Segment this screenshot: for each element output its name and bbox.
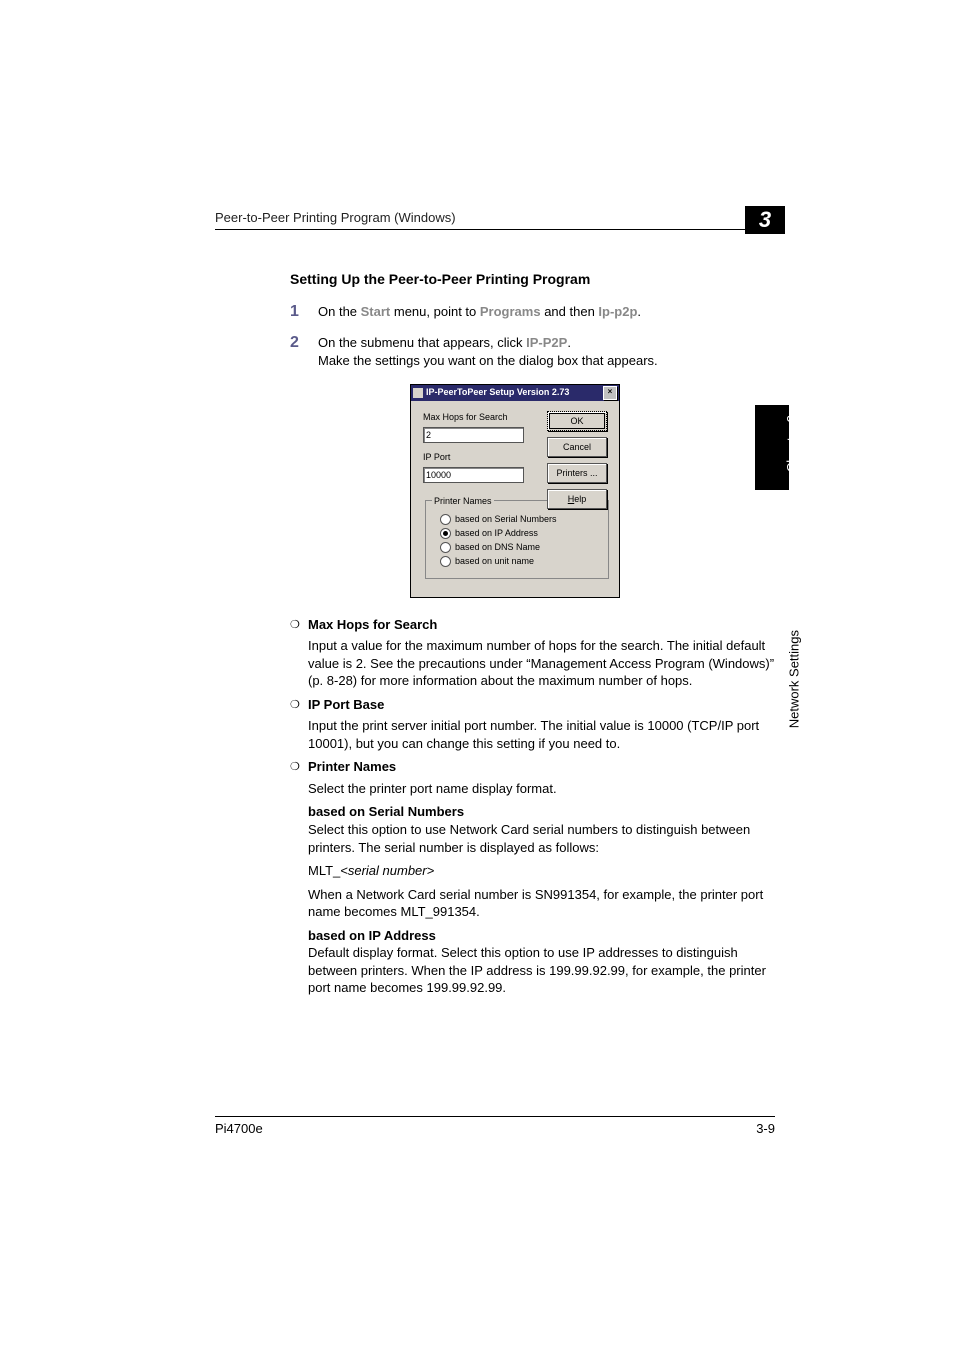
step-1-text-c: and then xyxy=(541,304,599,319)
dialog-button-column: OK Cancel Printers ... Help xyxy=(547,411,607,515)
step-1: 1 On the Start menu, point to Programs a… xyxy=(290,303,785,321)
def-ip-port-body: Input the print server initial port numb… xyxy=(308,717,785,752)
sub-serial-body2: When a Network Card serial number is SN9… xyxy=(308,886,785,921)
dialog-titlebar: IP-PeerToPeer Setup Version 2.73 × xyxy=(411,385,619,401)
page-number: 3-9 xyxy=(756,1121,775,1136)
help-rest: elp xyxy=(574,494,586,504)
chapter-number-box: 3 xyxy=(745,206,785,234)
def-printer-names-term: Printer Names xyxy=(308,759,396,774)
def-ip-port-term: IP Port Base xyxy=(308,697,384,712)
sub-serial-format: MLT_<serial number> xyxy=(308,862,785,880)
radio-ip[interactable]: based on IP Address xyxy=(440,527,602,539)
chapter-tab-label: Chapter 3 xyxy=(784,415,799,472)
help-button[interactable]: Help xyxy=(547,489,607,509)
bullet-icon: ❍ xyxy=(290,618,300,633)
def-max-hops-body: Input a value for the maximum number of … xyxy=(308,637,785,690)
step-2-text-a: On the submenu that appears, click xyxy=(318,335,526,350)
def-max-hops-term: Max Hops for Search xyxy=(308,617,437,632)
radio-dns[interactable]: based on DNS Name xyxy=(440,541,602,553)
def-printer-names-body1: Select the printer port name display for… xyxy=(308,780,785,798)
ipp2p-menu-ref: IP-P2P xyxy=(526,335,567,350)
close-icon[interactable]: × xyxy=(603,386,617,400)
section-heading: Setting Up the Peer-to-Peer Printing Pro… xyxy=(290,270,785,289)
radio-unit[interactable]: based on unit name xyxy=(440,555,602,567)
step-2: 2 On the submenu that appears, click IP-… xyxy=(290,334,785,369)
step-1-text-d: . xyxy=(637,304,641,319)
step-1-text-b: menu, point to xyxy=(390,304,480,319)
definitions: ❍ Max Hops for Search Input a value for … xyxy=(290,616,785,997)
sub-serial-body1: Select this option to use Network Card s… xyxy=(308,821,785,856)
running-head: Peer-to-Peer Printing Program (Windows) … xyxy=(215,210,755,230)
radio-serial-label: based on Serial Numbers xyxy=(455,513,557,525)
serial-fmt-var: <serial number> xyxy=(340,863,434,878)
radio-serial[interactable]: based on Serial Numbers xyxy=(440,513,602,525)
ipp2p-ref: Ip-p2p xyxy=(598,304,637,319)
radio-dns-label: based on DNS Name xyxy=(455,541,540,553)
radio-icon xyxy=(440,514,451,525)
step-1-number: 1 xyxy=(290,301,299,323)
dialog-title: IP-PeerToPeer Setup Version 2.73 xyxy=(426,386,569,398)
dialog-body: Max Hops for Search 2 IP Port 10000 OK C… xyxy=(411,401,619,597)
step-2-line2: Make the settings you want on the dialog… xyxy=(318,353,658,368)
product-name: Pi4700e xyxy=(215,1121,263,1136)
step-2-text-b: . xyxy=(567,335,571,350)
max-hops-input[interactable]: 2 xyxy=(423,427,524,443)
bullet-icon: ❍ xyxy=(290,760,300,775)
ok-button[interactable]: OK xyxy=(547,411,607,431)
page-footer: Pi4700e 3-9 xyxy=(215,1116,775,1136)
dialog-screenshot: IP-PeerToPeer Setup Version 2.73 × Max H… xyxy=(410,384,785,598)
sub-ip-term: based on IP Address xyxy=(308,927,785,945)
running-head-text: Peer-to-Peer Printing Program (Windows) xyxy=(215,210,456,225)
programs-ref: Programs xyxy=(480,304,541,319)
def-max-hops: ❍ Max Hops for Search xyxy=(290,616,785,634)
step-1-text-a: On the xyxy=(318,304,361,319)
bullet-icon: ❍ xyxy=(290,698,300,713)
cancel-button[interactable]: Cancel xyxy=(547,437,607,457)
ip-port-input[interactable]: 10000 xyxy=(423,467,524,483)
ip-p2p-dialog: IP-PeerToPeer Setup Version 2.73 × Max H… xyxy=(410,384,620,598)
def-ip-port: ❍ IP Port Base xyxy=(290,696,785,714)
body: Setting Up the Peer-to-Peer Printing Pro… xyxy=(290,270,785,997)
sub-serial-term: based on Serial Numbers xyxy=(308,803,785,821)
radio-ip-label: based on IP Address xyxy=(455,527,538,539)
content-area: Peer-to-Peer Printing Program (Windows) … xyxy=(215,210,775,1003)
sub-ip-body: Default display format. Select this opti… xyxy=(308,944,785,997)
section-tab-label: Network Settings xyxy=(786,630,801,728)
def-printer-names: ❍ Printer Names xyxy=(290,758,785,776)
radio-icon xyxy=(440,528,451,539)
start-menu-ref: Start xyxy=(361,304,391,319)
radio-icon xyxy=(440,556,451,567)
radio-unit-label: based on unit name xyxy=(455,555,534,567)
app-icon xyxy=(413,388,423,398)
printer-names-legend: Printer Names xyxy=(432,495,494,507)
step-2-number: 2 xyxy=(290,332,299,354)
serial-fmt-pre: MLT_ xyxy=(308,863,340,878)
page: Peer-to-Peer Printing Program (Windows) … xyxy=(0,0,954,1351)
radio-icon xyxy=(440,542,451,553)
printers-button[interactable]: Printers ... xyxy=(547,463,607,483)
